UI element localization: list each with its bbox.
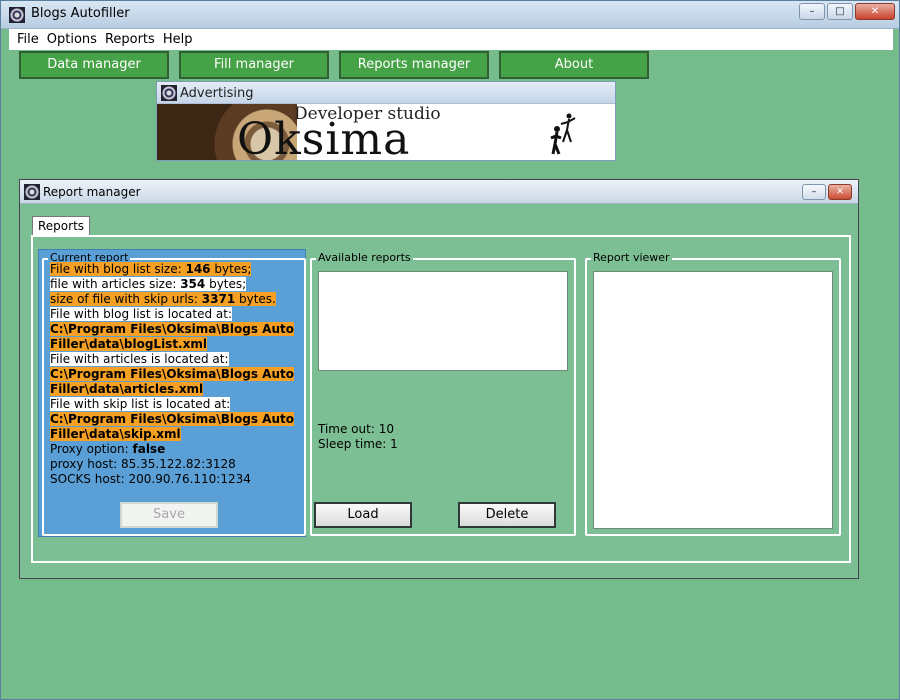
menu-reports[interactable]: Reports <box>101 32 159 47</box>
advertising-title-bar: Advertising <box>157 82 615 104</box>
report-viewer-group: Report viewer <box>585 251 841 536</box>
report-line: Filler\data\articles.xml <box>50 382 204 396</box>
minimize-button[interactable]: – <box>799 3 825 20</box>
report-line: Proxy option: false <box>50 442 166 456</box>
fill-manager-button[interactable]: Fill manager <box>179 51 329 79</box>
report-line: file with articles size: 354 bytes; <box>50 277 247 291</box>
title-bar: Blogs Autofiller – □ ✕ <box>1 1 899 29</box>
report-manager-title-bar: Report manager – ✕ <box>20 180 858 204</box>
report-viewer-box[interactable] <box>593 271 833 529</box>
advertising-window: Advertising Developer studio Oksima <box>156 81 616 161</box>
report-manager-title: Report manager <box>43 185 141 199</box>
menu-help[interactable]: Help <box>159 32 197 47</box>
report-line: SOCKS host: 200.90.76.110:1234 <box>50 472 251 486</box>
menu-options[interactable]: Options <box>43 32 101 47</box>
figure-icon <box>550 113 576 155</box>
report-line: C:\Program Files\Oksima\Blogs Auto <box>50 367 294 381</box>
save-button[interactable]: Save <box>120 502 218 528</box>
menu-file[interactable]: File <box>13 32 43 47</box>
report-line: C:\Program Files\Oksima\Blogs Auto <box>50 322 294 336</box>
app-window: Blogs Autofiller – □ ✕ File Options Repo… <box>0 0 900 700</box>
available-reports-list[interactable] <box>318 271 568 371</box>
window-title: Blogs Autofiller <box>31 6 130 21</box>
available-reports-label: Available reports <box>316 251 413 264</box>
report-line: size of file with skip urls: 3371 bytes. <box>50 292 276 306</box>
report-line: File with articles is located at: <box>50 352 229 366</box>
report-viewer-label: Report viewer <box>591 251 672 264</box>
sleep-time-text: Sleep time: 1 <box>318 437 398 451</box>
report-line: File with blog list size: 146 bytes; <box>50 262 252 276</box>
advertising-banner[interactable]: Developer studio Oksima <box>157 104 615 161</box>
close-button[interactable]: ✕ <box>855 3 895 20</box>
app-icon <box>161 85 177 101</box>
banner-brand: Oksima <box>237 114 411 161</box>
report-line: File with blog list is located at: <box>50 307 232 321</box>
data-manager-button[interactable]: Data manager <box>19 51 169 79</box>
menu-bar: File Options Reports Help <box>9 29 893 50</box>
load-button[interactable]: Load <box>314 502 412 528</box>
app-icon <box>24 184 40 200</box>
minimize-button[interactable]: – <box>802 184 826 200</box>
close-button[interactable]: ✕ <box>828 184 852 200</box>
timeout-text: Time out: 10 <box>318 422 394 436</box>
report-line: File with skip list is located at: <box>50 397 231 411</box>
available-reports-group: Available reports Time out: 10 Sleep tim… <box>310 251 576 536</box>
report-line: Filler\data\blogList.xml <box>50 337 207 351</box>
tab-reports[interactable]: Reports <box>32 216 91 236</box>
report-line: proxy host: 85.35.122.82:3128 <box>50 457 236 471</box>
advertising-title: Advertising <box>180 86 254 101</box>
current-report-group: Current report File with blog list size:… <box>42 251 306 536</box>
current-report-panel: Current report File with blog list size:… <box>38 249 306 537</box>
reports-manager-button[interactable]: Reports manager <box>339 51 489 79</box>
delete-button[interactable]: Delete <box>458 502 556 528</box>
report-line: C:\Program Files\Oksima\Blogs Auto <box>50 412 294 426</box>
app-icon <box>9 7 25 23</box>
report-line: Filler\data\skip.xml <box>50 427 181 441</box>
report-manager-window: Report manager – ✕ Reports Current repor… <box>19 179 859 579</box>
about-button[interactable]: About <box>499 51 649 79</box>
maximize-button[interactable]: □ <box>827 3 853 20</box>
